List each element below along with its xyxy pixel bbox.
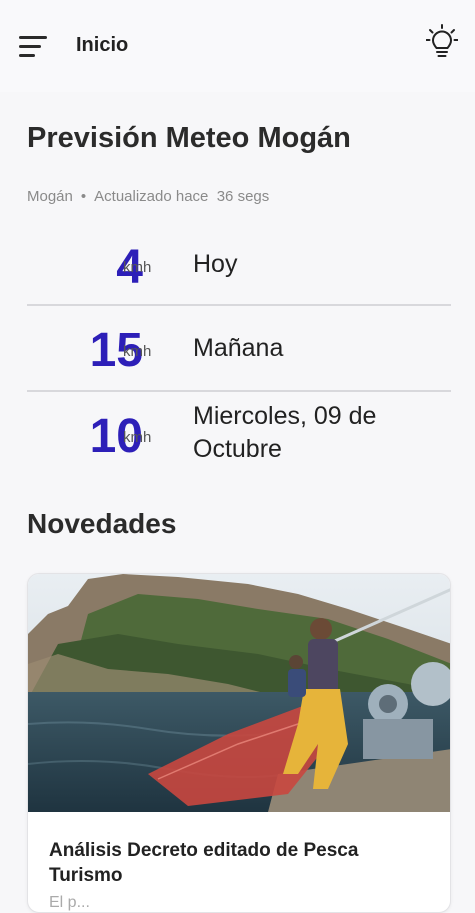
forecast-row[interactable]: 15 kmh Mañana [27,306,451,390]
page-title: Previsión Meteo Mogán [27,122,351,154]
news-section-title: Novedades [27,508,177,539]
app-bar: Inicio [0,0,475,92]
news-card-title: Análisis Decreto editado de Pesca Turism… [49,840,359,886]
location-label: Mogán [27,188,73,205]
wind-speed-unit: kmh [123,343,152,360]
forecast-day: Hoy [193,250,238,278]
forecast-subtitle: Mogán • Actualizado hace 36 segs [27,188,269,205]
wind-speed-unit: kmh [123,259,152,276]
news-card-image [28,574,450,812]
updated-label: Actualizado hace 36 segs [94,188,270,205]
lightbulb-icon[interactable] [425,24,459,60]
hamburger-menu-icon[interactable] [19,36,47,58]
forecast-row[interactable]: 4 kmh Hoy [27,232,451,302]
news-card-excerpt: El p... [49,894,90,911]
forecast-day: Miercoles, 09 de Octubre [193,402,377,463]
separator-dot: • [80,188,87,205]
news-card[interactable]: Análisis Decreto editado de Pesca Turism… [27,573,451,913]
appbar-title: Inicio [76,34,129,56]
forecast-row[interactable]: 10 kmh Miercoles, 09 de Octubre [27,392,451,476]
forecast-day: Mañana [193,334,284,362]
wind-speed-unit: kmh [123,429,152,446]
